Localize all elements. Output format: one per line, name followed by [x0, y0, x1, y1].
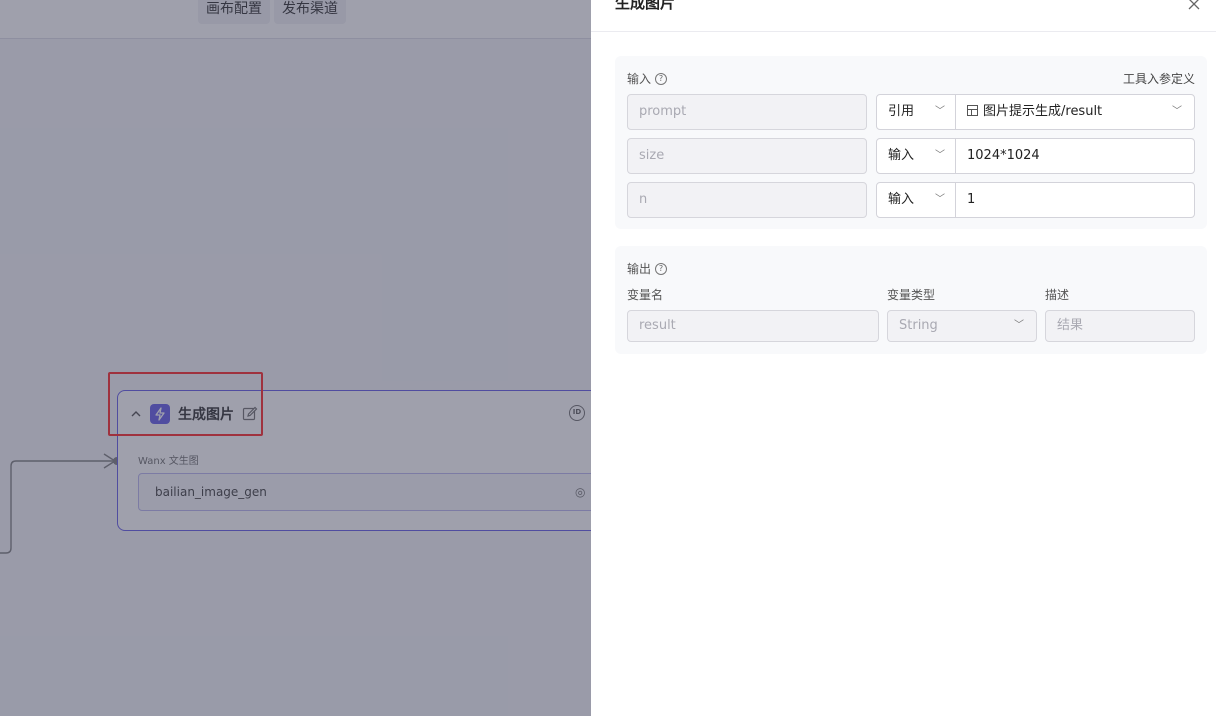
chevron-down-icon: ﹀ [935, 106, 945, 117]
param-value-input[interactable]: 1024*1024 [955, 138, 1195, 174]
chevron-down-icon: ﹀ [935, 150, 945, 161]
drawer-divider [591, 31, 1216, 32]
mode-value: 输入 [888, 148, 915, 163]
param-name-field: size [627, 138, 867, 174]
col-description: 描述 [1045, 288, 1070, 302]
output-label: 输出 ? [627, 260, 668, 277]
chevron-down-icon: ﹀ [1172, 106, 1182, 117]
highlight-box [108, 372, 263, 436]
chevron-down-icon: ﹀ [935, 194, 945, 205]
param-value-input[interactable]: 1 [955, 182, 1195, 218]
help-icon[interactable]: ? [655, 72, 668, 85]
reference-value: 图片提示生成/result [983, 104, 1103, 119]
tab-publish-channels[interactable]: 发布渠道 [274, 0, 346, 24]
drawer-title: 生成图片 [615, 0, 676, 12]
input-section: 输入 ? 工具入参定义 prompt 引用 ﹀ 图片提示生成/result ﹀ … [615, 56, 1207, 229]
output-description: 结果 [1045, 310, 1195, 342]
output-var-name: result [627, 310, 879, 342]
gear-icon[interactable]: ◎ [575, 486, 585, 498]
table-icon [967, 105, 978, 116]
type-value: String [899, 318, 938, 333]
param-mode-select[interactable]: 引用 ﹀ [876, 94, 956, 130]
close-icon[interactable] [1187, 0, 1201, 14]
chevron-down-icon: ﹀ [1014, 320, 1024, 331]
help-icon[interactable]: ? [655, 262, 668, 275]
tool-param-definition-link[interactable]: 工具入参定义 [1123, 70, 1195, 87]
output-section: 输出 ? 变量名 变量类型 描述 result String ﹀ 结果 [615, 246, 1207, 354]
input-label-text: 输入 [627, 72, 652, 86]
tab-canvas-config[interactable]: 画布配置 [198, 0, 270, 24]
col-var-type: 变量类型 [887, 288, 936, 302]
param-name-field: n [627, 182, 867, 218]
param-name-field: prompt [627, 94, 867, 130]
param-mode-select[interactable]: 输入 ﹀ [876, 138, 956, 174]
workflow-canvas[interactable]: 画布配置 发布渠道 生成图片 ID Wanx 文生图 bailian_image… [0, 0, 591, 716]
param-mode-select[interactable]: 输入 ﹀ [876, 182, 956, 218]
output-type-select: String ﹀ [887, 310, 1037, 342]
node-config-drawer: 生成图片 输入 ? 工具入参定义 prompt 引用 ﹀ 图片提示生成/resu… [591, 0, 1216, 716]
mode-value: 输入 [888, 192, 915, 207]
node-subtitle: Wanx 文生图 [138, 456, 199, 467]
tool-name-field[interactable]: bailian_image_gen ◎ [138, 473, 591, 511]
output-label-text: 输出 [627, 262, 652, 276]
param-row-size: size 输入 ﹀ 1024*1024 [627, 138, 1195, 174]
param-row-prompt: prompt 引用 ﹀ 图片提示生成/result ﹀ [627, 94, 1195, 130]
param-row-n: n 输入 ﹀ 1 [627, 182, 1195, 218]
input-label: 输入 ? [627, 70, 668, 87]
col-var-name: 变量名 [627, 288, 664, 302]
id-icon[interactable]: ID [569, 405, 585, 421]
mode-value: 引用 [888, 104, 915, 119]
connection-edge [0, 453, 121, 554]
reference-select[interactable]: 图片提示生成/result ﹀ [955, 94, 1195, 130]
tool-name: bailian_image_gen [155, 485, 267, 499]
